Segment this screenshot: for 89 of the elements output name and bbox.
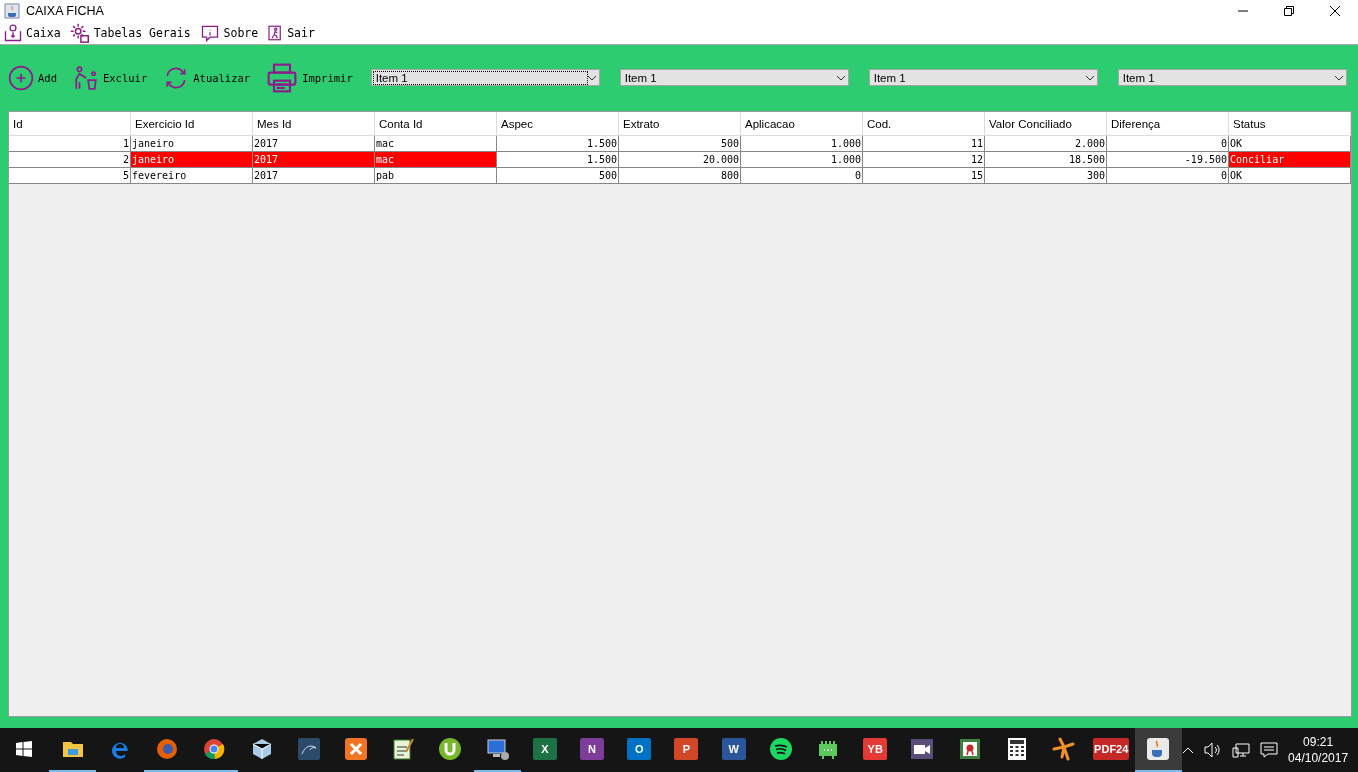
toolbar-button[interactable]: Add bbox=[8, 64, 57, 91]
dropdown[interactable]: Item 1 bbox=[868, 69, 1098, 86]
chevron-up-icon[interactable] bbox=[1182, 746, 1195, 754]
speaker-icon[interactable] bbox=[1204, 742, 1223, 758]
taskbar-app[interactable] bbox=[1134, 728, 1183, 772]
toolbar-button[interactable]: Imprimir bbox=[266, 61, 353, 94]
monitor-icon bbox=[485, 737, 510, 761]
round-logo-icon bbox=[202, 737, 227, 761]
table-cell: janeiro bbox=[131, 136, 253, 152]
taskbar-app[interactable]: N bbox=[568, 728, 616, 772]
table-cell: 11 bbox=[863, 136, 985, 152]
table-cell: 1.000 bbox=[741, 136, 863, 152]
table-cell: 500 bbox=[619, 136, 741, 152]
table-cell: 12 bbox=[863, 152, 985, 168]
table-cell: 2017 bbox=[253, 168, 375, 184]
table-cell: 1.000 bbox=[741, 152, 863, 168]
taskbar-app[interactable]: X bbox=[521, 728, 569, 772]
table-cell: 0 bbox=[741, 168, 863, 184]
menu-item[interactable]: Tabelas Gerais bbox=[68, 22, 195, 44]
taskbar-app[interactable]: YB bbox=[851, 728, 899, 772]
table-cell: fevereiro bbox=[131, 168, 253, 184]
table-cell: 2017 bbox=[253, 152, 375, 168]
table-cell: OK bbox=[1229, 168, 1351, 184]
menu-item[interactable]: Sair bbox=[266, 23, 319, 43]
table-cell: 800 bbox=[619, 168, 741, 184]
taskbar-app[interactable]: PDF24 bbox=[1087, 728, 1135, 772]
table-cell: 500 bbox=[497, 168, 619, 184]
app-logo-icon bbox=[4, 3, 20, 19]
table-cell: mac bbox=[375, 152, 497, 168]
taskbar-app[interactable]: O bbox=[615, 728, 663, 772]
table-cell: 20.000 bbox=[619, 152, 741, 168]
window-title: CAIXA FICHA bbox=[26, 4, 104, 18]
cash-drawer-icon bbox=[3, 23, 23, 43]
person-trash-icon bbox=[72, 63, 99, 92]
table-cell: 2017 bbox=[253, 136, 375, 152]
table-cell: 1.500 bbox=[497, 136, 619, 152]
notification-icon[interactable] bbox=[1260, 742, 1279, 758]
close-icon bbox=[1330, 6, 1340, 16]
table-cell: 0 bbox=[1107, 136, 1229, 152]
network-icon[interactable] bbox=[1232, 742, 1251, 758]
app-icon: W bbox=[721, 738, 746, 760]
windows-logo-icon bbox=[15, 741, 32, 757]
toolbar-button[interactable]: Atualizar bbox=[163, 64, 251, 91]
table-cell: pab bbox=[375, 168, 497, 184]
torrent-icon bbox=[438, 737, 463, 761]
table-cell: OK bbox=[1229, 136, 1351, 152]
chevron-down-icon bbox=[835, 74, 846, 81]
menu-item[interactable]: Caixa bbox=[3, 23, 65, 43]
app-icon: YB bbox=[863, 738, 888, 760]
certificate-icon bbox=[957, 737, 982, 761]
app-icon: PDF24 bbox=[1093, 738, 1130, 760]
starfish-icon bbox=[1052, 737, 1077, 761]
coffee-cup-icon bbox=[1146, 737, 1171, 761]
table-cell: 2.000 bbox=[985, 136, 1107, 152]
table-cell: 1.500 bbox=[497, 152, 619, 168]
table-cell: mac bbox=[375, 136, 497, 152]
add-icon bbox=[8, 64, 34, 91]
dropdown[interactable]: Item 1 bbox=[370, 69, 600, 86]
app-icon: O bbox=[627, 738, 652, 760]
app-icon: N bbox=[580, 738, 604, 760]
menu-item[interactable]: Sobre bbox=[198, 23, 263, 43]
table-cell: Conciliar bbox=[1229, 152, 1351, 168]
clock[interactable]: 09:21 04/10/2017 bbox=[1288, 734, 1349, 766]
chevron-down-icon bbox=[1084, 74, 1095, 81]
restore-icon bbox=[1284, 6, 1294, 16]
table-cell: 0 bbox=[1107, 168, 1229, 184]
xampp-icon bbox=[344, 737, 368, 761]
spotify-icon bbox=[768, 737, 793, 761]
table-cell: janeiro bbox=[131, 152, 253, 168]
taskbar-app[interactable]: W bbox=[710, 728, 758, 772]
app-icon: P bbox=[674, 738, 699, 760]
table-cell: 1 bbox=[9, 136, 131, 152]
table-cell: 15 bbox=[863, 168, 985, 184]
dropdown[interactable]: Item 1 bbox=[1117, 69, 1347, 86]
chevron-down-icon bbox=[1333, 74, 1344, 81]
dropdown[interactable]: Item 1 bbox=[619, 69, 849, 86]
app-icon: X bbox=[532, 738, 557, 760]
taskbar-app[interactable]: P bbox=[662, 728, 710, 772]
table-cell: -19.500 bbox=[1107, 152, 1229, 168]
gears-icon bbox=[68, 22, 91, 44]
notepad-icon bbox=[391, 737, 416, 761]
table-cell: 2 bbox=[9, 152, 131, 168]
table-cell: 300 bbox=[985, 168, 1107, 184]
video-camera-icon bbox=[910, 737, 935, 761]
table-cell: 18.500 bbox=[985, 152, 1107, 168]
toolbar-button[interactable]: Excluir bbox=[72, 63, 148, 92]
table-cell: 5 bbox=[9, 168, 131, 184]
printer-icon bbox=[266, 61, 299, 94]
chevron-down-icon bbox=[586, 74, 597, 81]
